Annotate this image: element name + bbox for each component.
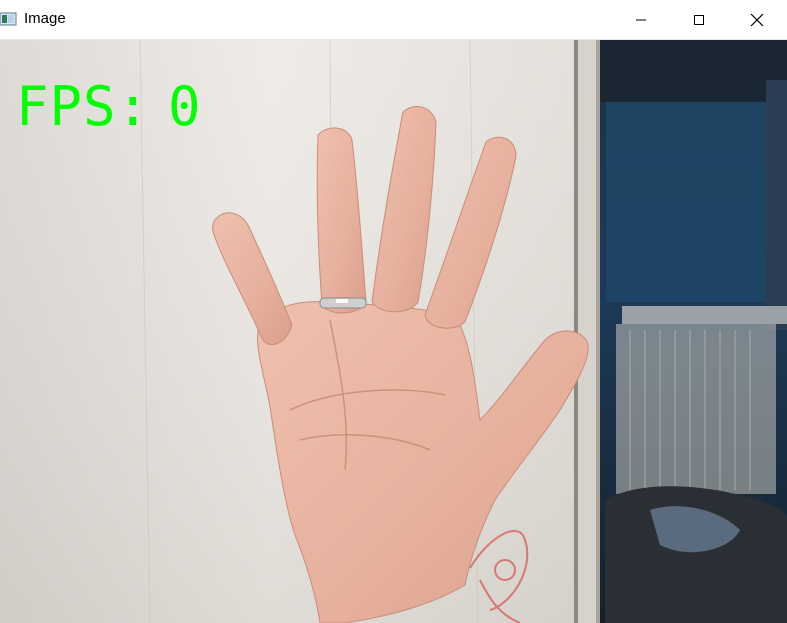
window-title: Image <box>24 10 66 27</box>
ring <box>319 297 367 309</box>
minimize-button[interactable] <box>612 0 670 39</box>
fps-label: FPS: <box>16 75 151 138</box>
camera-frame: FPS: 0 <box>0 40 787 623</box>
opencv-window-icon <box>0 12 17 26</box>
close-icon <box>750 13 764 26</box>
minimize-icon <box>636 19 646 20</box>
close-button[interactable] <box>728 0 786 39</box>
maximize-icon <box>694 14 704 25</box>
fps-overlay: FPS: 0 <box>16 78 202 136</box>
image-window: Image FPS: 0 <box>0 0 787 623</box>
maximize-button[interactable] <box>670 0 728 39</box>
fps-value: 0 <box>168 75 202 138</box>
title-bar[interactable]: Image <box>0 0 787 40</box>
